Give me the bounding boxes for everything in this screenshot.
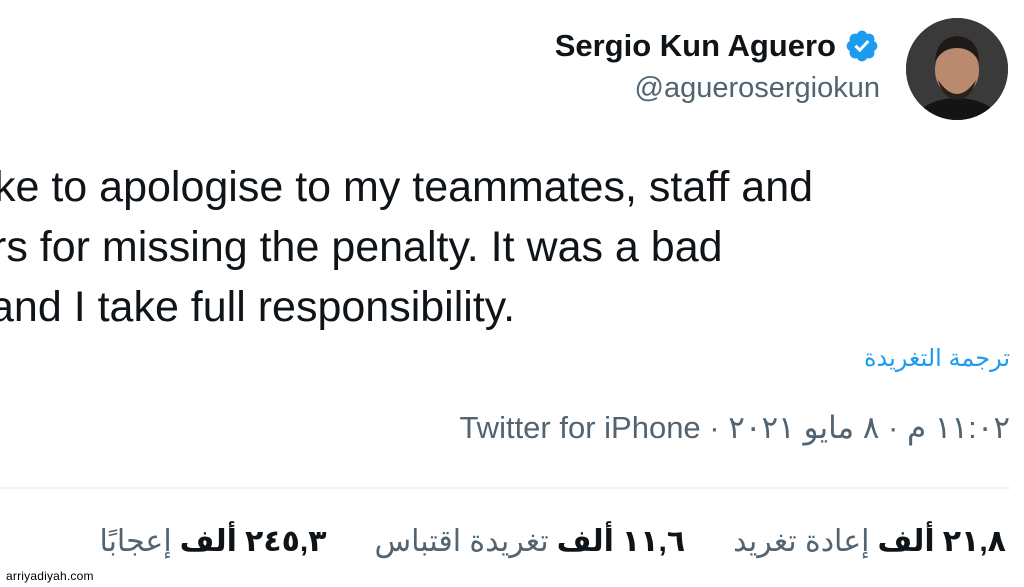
avatar-photo — [906, 18, 1008, 120]
likes-unit: ألف — [179, 525, 237, 558]
tweet-stats: ٢١,٨ ألف إعادة تغريد ١١,٦ ألف تغريدة اقت… — [99, 524, 1006, 559]
author-name[interactable]: Sergio Kun Aguero — [555, 28, 836, 64]
likes-stat[interactable]: ٢٤٥,٣ ألف إعجابًا — [99, 524, 326, 559]
watermark: arriyadiyah.com — [6, 569, 94, 583]
retweets-count: ٢١,٨ — [942, 525, 1006, 558]
translate-tweet-link[interactable]: ترجمة التغريدة — [864, 344, 1010, 373]
author-avatar[interactable] — [906, 18, 1008, 120]
tweet-text-line-3: and I take full responsibility. — [0, 283, 516, 331]
retweets-stat[interactable]: ٢١,٨ ألف إعادة تغريد — [733, 524, 1006, 559]
author-handle[interactable]: @aguerosergiokun — [635, 72, 880, 105]
likes-count: ٢٤٥,٣ — [244, 525, 327, 558]
quotes-label: تغريدة اقتباس — [374, 525, 549, 558]
retweets-label: إعادة تغريد — [733, 525, 870, 558]
verified-badge-icon — [846, 30, 878, 62]
quotes-stat[interactable]: ١١,٦ ألف تغريدة اقتباس — [375, 524, 686, 559]
retweets-unit: ألف — [877, 525, 935, 558]
tweet-text-line-1: ke to apologise to my teammates, staff a… — [0, 163, 814, 211]
tweet-timestamp-source[interactable]: ١١:٠٢ م · ٨ مايو ٢٠٢١ · Twitter for iPho… — [459, 410, 1010, 446]
author-name-row: Sergio Kun Aguero — [555, 26, 880, 66]
quotes-unit: ألف — [556, 525, 614, 558]
quotes-count: ١١,٦ — [621, 525, 686, 558]
divider — [0, 487, 1010, 489]
tweet-text-line-2: rs for missing the penalty. It was a bad — [0, 223, 723, 271]
likes-label: إعجابًا — [99, 525, 172, 558]
